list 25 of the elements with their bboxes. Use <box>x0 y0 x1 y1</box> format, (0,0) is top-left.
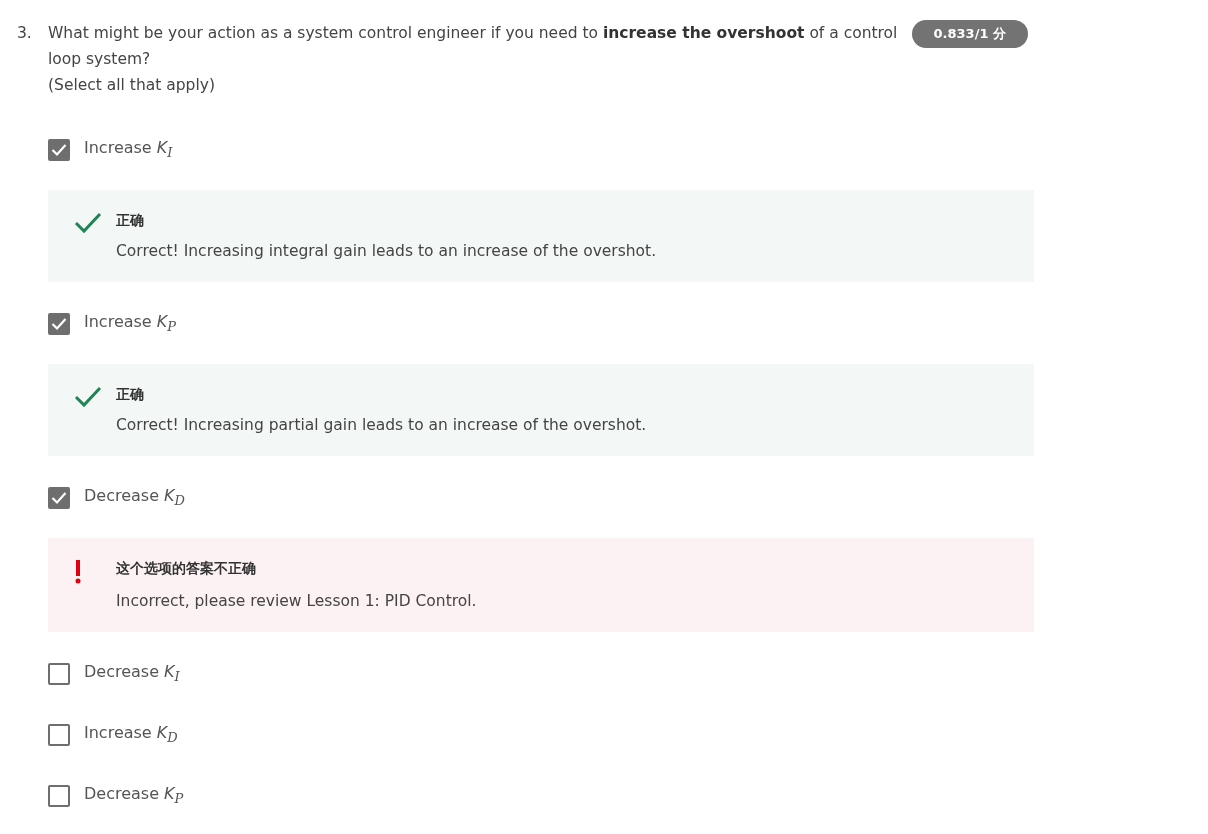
feedback-title: 正确 <box>116 212 145 230</box>
question-hint: (Select all that apply) <box>48 75 216 96</box>
option-label: Increase K$_{I}$ <box>84 138 173 161</box>
feedback-text: Incorrect, please review Lesson 1: PID Control. <box>116 592 478 610</box>
checkbox[interactable] <box>48 723 70 746</box>
option-label: Increase K$_{P}$ <box>84 312 177 335</box>
feedback-title: 正确 <box>116 386 145 404</box>
question-text: What might be your action as a system control engineer if you need to increase the overshoot of a control loop system? <box>48 23 899 70</box>
checkmark-icon <box>74 386 102 408</box>
option-label: Increase K$_{D}$ <box>84 723 178 746</box>
score-badge: 0.833/1 分 <box>911 20 1028 48</box>
feedback-text: Correct! Increasing integral gain leads to an increase of the overshot. <box>116 242 658 260</box>
feedback-title: 这个选项的答案不正确 <box>116 560 257 578</box>
exclamation-icon <box>74 560 82 584</box>
checkbox[interactable] <box>48 312 70 335</box>
checkbox[interactable] <box>48 784 70 807</box>
option-label: Decrease K$_{D}$ <box>84 486 186 509</box>
checkbox[interactable] <box>48 138 70 161</box>
option-label: Decrease K$_{I}$ <box>84 662 180 685</box>
checkbox[interactable] <box>48 486 70 509</box>
feedback-text: Correct! Increasing partial gain leads to an increase of the overshot. <box>116 416 648 434</box>
question-number: 3. <box>17 23 33 44</box>
checkbox[interactable] <box>48 662 70 685</box>
option-label: Decrease K$_{P}$ <box>84 784 184 807</box>
checkmark-icon <box>74 212 102 234</box>
